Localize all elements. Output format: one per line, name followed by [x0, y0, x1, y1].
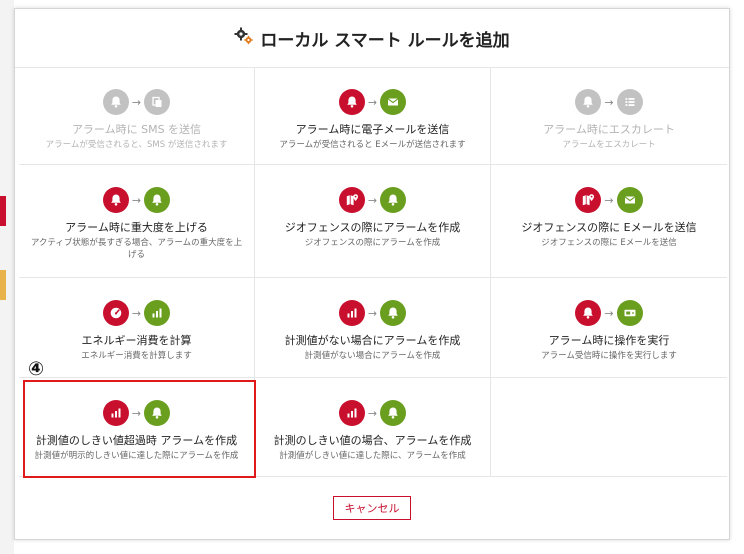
- arrow-right-icon: →: [604, 193, 614, 207]
- map-pin-icon: [575, 187, 602, 213]
- rule-icons: →: [102, 89, 171, 115]
- bell-icon: [102, 187, 129, 213]
- rule-title: 計測のしきい値の場合、アラームを作成: [273, 434, 472, 447]
- rule-title: エネルギー消費を計算: [81, 334, 192, 347]
- rule-title: アラーム時に重大度を上げる: [65, 221, 208, 234]
- rule-option[interactable]: → エネルギー消費を計算 エネルギー消費を計算します: [19, 278, 255, 378]
- rule-description: アラームが受信されると、SMS が送信されます: [45, 140, 228, 150]
- bar-chart-icon: [338, 400, 365, 426]
- bell-icon: [380, 187, 407, 213]
- rule-option[interactable]: → アラーム時に電子メールを送信アラームが受信されると Eメールが送信されます: [255, 67, 491, 165]
- annotation-marker: ④: [28, 358, 45, 380]
- rule-option: → アラーム時にエスカレート アラームをエスカレート: [491, 67, 727, 165]
- rule-description: エネルギー消費を計算します: [81, 351, 192, 361]
- rule-icons: →: [338, 400, 407, 426]
- gears-icon: [234, 27, 254, 49]
- copy-icon: [144, 89, 171, 115]
- rule-description: アクティブ状態が長すぎる場合、アラームの重大度を上げる: [30, 238, 243, 260]
- rule-title: アラーム時に SMS を送信: [71, 123, 202, 136]
- rule-title: アラーム時に電子メールを送信: [295, 123, 450, 136]
- envelope-icon: [380, 89, 407, 115]
- rule-option[interactable]: → アラーム時に重大度を上げるアクティブ状態が長すぎる場合、アラームの重大度を上げ…: [19, 165, 255, 278]
- arrow-right-icon: →: [131, 193, 142, 207]
- bell-icon: [380, 300, 407, 326]
- rule-icons: →: [102, 187, 171, 213]
- dialog-title: ローカル スマート ルールを追加: [260, 30, 510, 51]
- rule-title: アラーム時に操作を実行: [548, 334, 670, 347]
- device-icon: [616, 300, 643, 326]
- bell-icon: [380, 400, 407, 426]
- backdrop-accent-red: [0, 196, 6, 226]
- rule-title: ジオフェンスの際にアラームを作成: [284, 221, 461, 234]
- map-pin-icon: [338, 187, 365, 213]
- arrow-right-icon: →: [131, 95, 142, 109]
- rule-title: ジオフェンスの際に Eメールを送信: [521, 221, 697, 234]
- rule-description: 計測値がない場合にアラームを作成: [304, 351, 441, 361]
- cancel-button[interactable]: キャンセル: [333, 496, 411, 520]
- rule-icons: →: [575, 187, 643, 213]
- rule-description: アラームが受信されると Eメールが送信されます: [279, 140, 466, 150]
- gauge-icon: [102, 300, 129, 326]
- bar-chart-icon: [338, 300, 365, 326]
- rule-option[interactable]: → 計測値がない場合にアラームを作成 計測値がない場合にアラームを作成: [255, 278, 491, 378]
- page-backdrop: [0, 0, 14, 554]
- rule-icons: →: [575, 89, 643, 115]
- envelope-icon: [616, 187, 643, 213]
- arrow-right-icon: →: [604, 306, 614, 320]
- bell-icon: [144, 187, 171, 213]
- bell-icon: [575, 300, 602, 326]
- rule-description: 計測値がしきい値に達した際に、アラームを作成: [279, 451, 466, 461]
- arrow-right-icon: →: [367, 193, 378, 207]
- highlight-box: [23, 380, 256, 478]
- arrow-right-icon: →: [367, 406, 378, 420]
- rule-option[interactable]: → アラーム時に操作を実行 アラーム受信時に操作を実行します: [491, 278, 727, 378]
- rule-description: アラームをエスカレート: [562, 140, 656, 150]
- arrow-right-icon: →: [367, 306, 378, 320]
- bell-icon: [102, 89, 129, 115]
- rule-icons: →: [575, 300, 643, 326]
- empty-cell: [491, 378, 727, 477]
- rule-option[interactable]: → 計測のしきい値の場合、アラームを作成 計測値がしきい値に達した際に、アラームを作…: [255, 378, 491, 477]
- backdrop-accent-orange: [0, 270, 6, 300]
- rule-option: → アラーム時に SMS を送信アラームが受信されると、SMS が送信されます: [19, 67, 255, 165]
- rule-icons: →: [338, 300, 407, 326]
- rule-title: アラーム時にエスカレート: [543, 123, 675, 136]
- rule-option[interactable]: → ジオフェンスの際にアラームを作成 ジオフェンスの際にアラームを作成: [255, 165, 491, 278]
- rule-description: ジオフェンスの際にアラームを作成: [304, 238, 441, 248]
- dialog-header: ローカル スマート ルールを追加: [15, 9, 729, 68]
- arrow-right-icon: →: [131, 306, 142, 320]
- rule-icons: →: [338, 89, 407, 115]
- bar-chart-icon: [144, 300, 171, 326]
- rule-icons: →: [102, 300, 171, 326]
- arrow-right-icon: →: [604, 95, 614, 109]
- bell-icon: [338, 89, 365, 115]
- rule-description: ジオフェンスの際に Eメールを送信: [541, 238, 677, 248]
- rule-icons: →: [338, 187, 407, 213]
- arrow-right-icon: →: [367, 95, 378, 109]
- rule-option[interactable]: → ジオフェンスの際に Eメールを送信 ジオフェンスの際に Eメールを送信: [491, 165, 727, 278]
- rule-description: アラーム受信時に操作を実行します: [541, 351, 677, 361]
- list-icon: [616, 89, 643, 115]
- rule-title: 計測値がない場合にアラームを作成: [284, 334, 461, 347]
- bell-icon: [575, 89, 602, 115]
